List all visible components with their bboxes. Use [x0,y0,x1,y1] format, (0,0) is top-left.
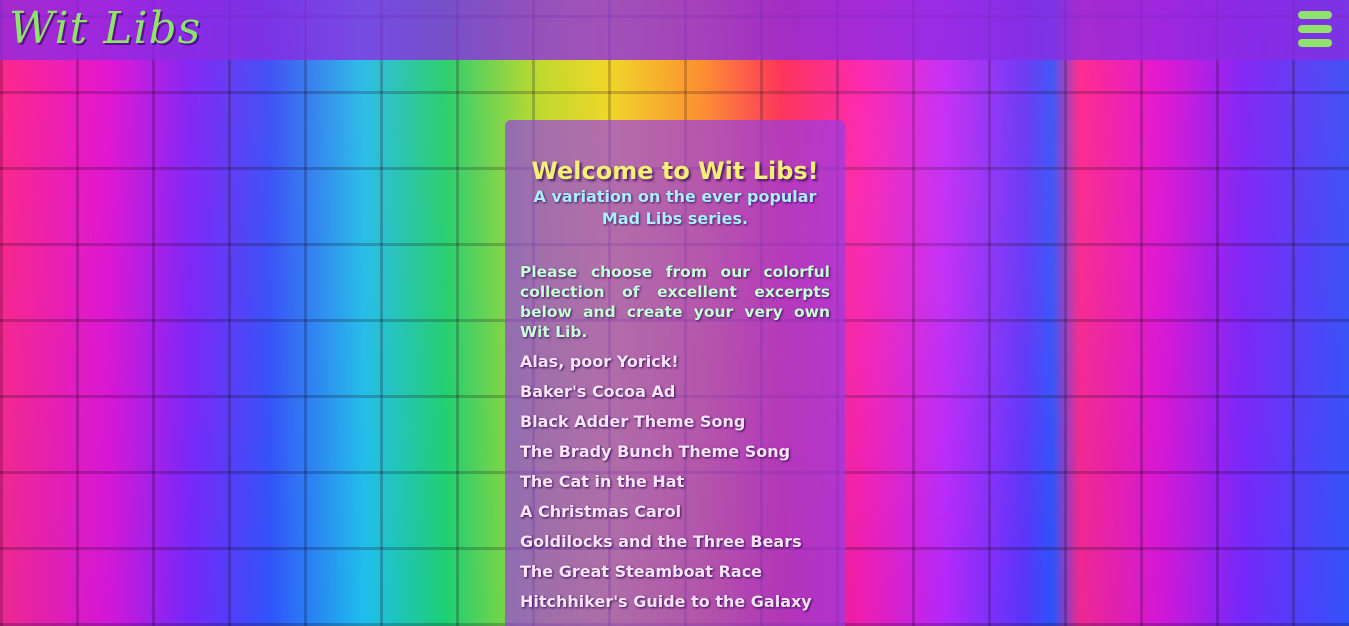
hamburger-menu-icon[interactable] [1298,11,1332,47]
excerpt-link[interactable]: Alas, poor Yorick! [520,352,830,382]
excerpt-link[interactable]: The Great Steamboat Race [520,562,830,592]
brand-logo[interactable]: Wit Libs [9,3,201,55]
excerpt-link[interactable]: Hitchhiker's Guide to the Galaxy [520,592,830,622]
welcome-subtitle: A variation on the ever popular Mad Libs… [533,187,817,228]
excerpt-link[interactable]: Black Adder Theme Song [520,412,830,442]
excerpt-link[interactable]: Goldilocks and the Three Bears [520,532,830,562]
excerpt-link[interactable]: Baker's Cocoa Ad [520,382,830,412]
top-navbar: Wit Libs [0,0,1349,60]
welcome-panel: Welcome to Wit Libs! A variation on the … [505,120,845,626]
excerpt-link[interactable]: The Brady Bunch Theme Song [520,442,830,472]
excerpt-list: Alas, poor Yorick! Baker's Cocoa Ad Blac… [520,352,830,622]
excerpt-link[interactable]: A Christmas Carol [520,502,830,532]
excerpt-link[interactable]: The Cat in the Hat [520,472,830,502]
intro-text: Please choose from our colorful collecti… [520,263,830,341]
welcome-title: Welcome to Wit Libs! [531,157,819,185]
menu-bar-middle [1298,25,1332,33]
menu-bar-bottom [1298,39,1332,47]
menu-bar-top [1298,11,1332,19]
